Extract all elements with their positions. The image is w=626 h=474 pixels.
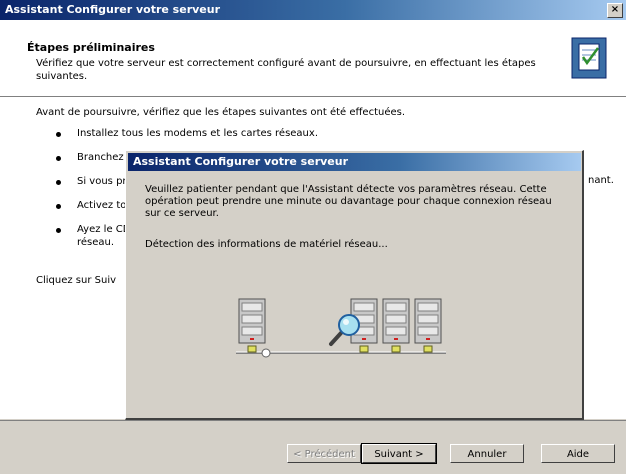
cancel-button[interactable]: Annuler xyxy=(450,444,524,463)
dialog-status: Détection des informations de matériel r… xyxy=(145,239,388,250)
network-node-icon xyxy=(261,348,271,358)
bullet-icon xyxy=(56,132,61,137)
button-bar: < Précédent Suivant > Annuler Aide xyxy=(0,420,626,474)
close-button[interactable]: × xyxy=(607,3,623,18)
progress-dialog: Assistant Configurer votre serveur Veuil… xyxy=(125,150,584,420)
dialog-title: Assistant Configurer votre serveur xyxy=(133,155,349,168)
bullet-icon xyxy=(56,180,61,185)
server-icon xyxy=(414,298,442,353)
wizard-header: Étapes préliminaires Vérifiez que votre … xyxy=(0,20,626,97)
list-item-text: Ayez le CD xyxy=(77,224,131,235)
list-item-tail: nant. xyxy=(588,175,614,186)
dialog-message: Veuillez patienter pendant que l'Assista… xyxy=(145,184,552,219)
network-detection-animation xyxy=(236,298,446,358)
page-subtitle: Vérifiez que votre serveur est correctem… xyxy=(36,58,536,82)
list-item-text: réseau. xyxy=(77,237,115,248)
list-item-text: Branchez t xyxy=(77,152,131,163)
intro-text: Avant de poursuivre, vérifiez que les ét… xyxy=(36,107,406,118)
bullet-icon xyxy=(56,204,61,209)
server-icon xyxy=(238,298,266,353)
bullet-icon xyxy=(56,156,61,161)
title-bar[interactable]: Assistant Configurer votre serveur × xyxy=(0,0,626,20)
page-title: Étapes préliminaires xyxy=(27,41,155,54)
server-icon xyxy=(382,298,410,353)
window-title: Assistant Configurer votre serveur xyxy=(5,3,221,16)
checklist-icon xyxy=(571,37,607,79)
dialog-title-bar[interactable]: Assistant Configurer votre serveur xyxy=(128,153,581,171)
next-button[interactable]: Suivant > xyxy=(361,443,437,464)
help-button[interactable]: Aide xyxy=(541,444,615,463)
footer-text: Cliquez sur Suiv xyxy=(36,275,117,286)
back-button[interactable]: < Précédent xyxy=(287,444,361,463)
list-item-text: Installez tous les modems et les cartes … xyxy=(77,128,318,139)
bullet-icon xyxy=(56,228,61,233)
